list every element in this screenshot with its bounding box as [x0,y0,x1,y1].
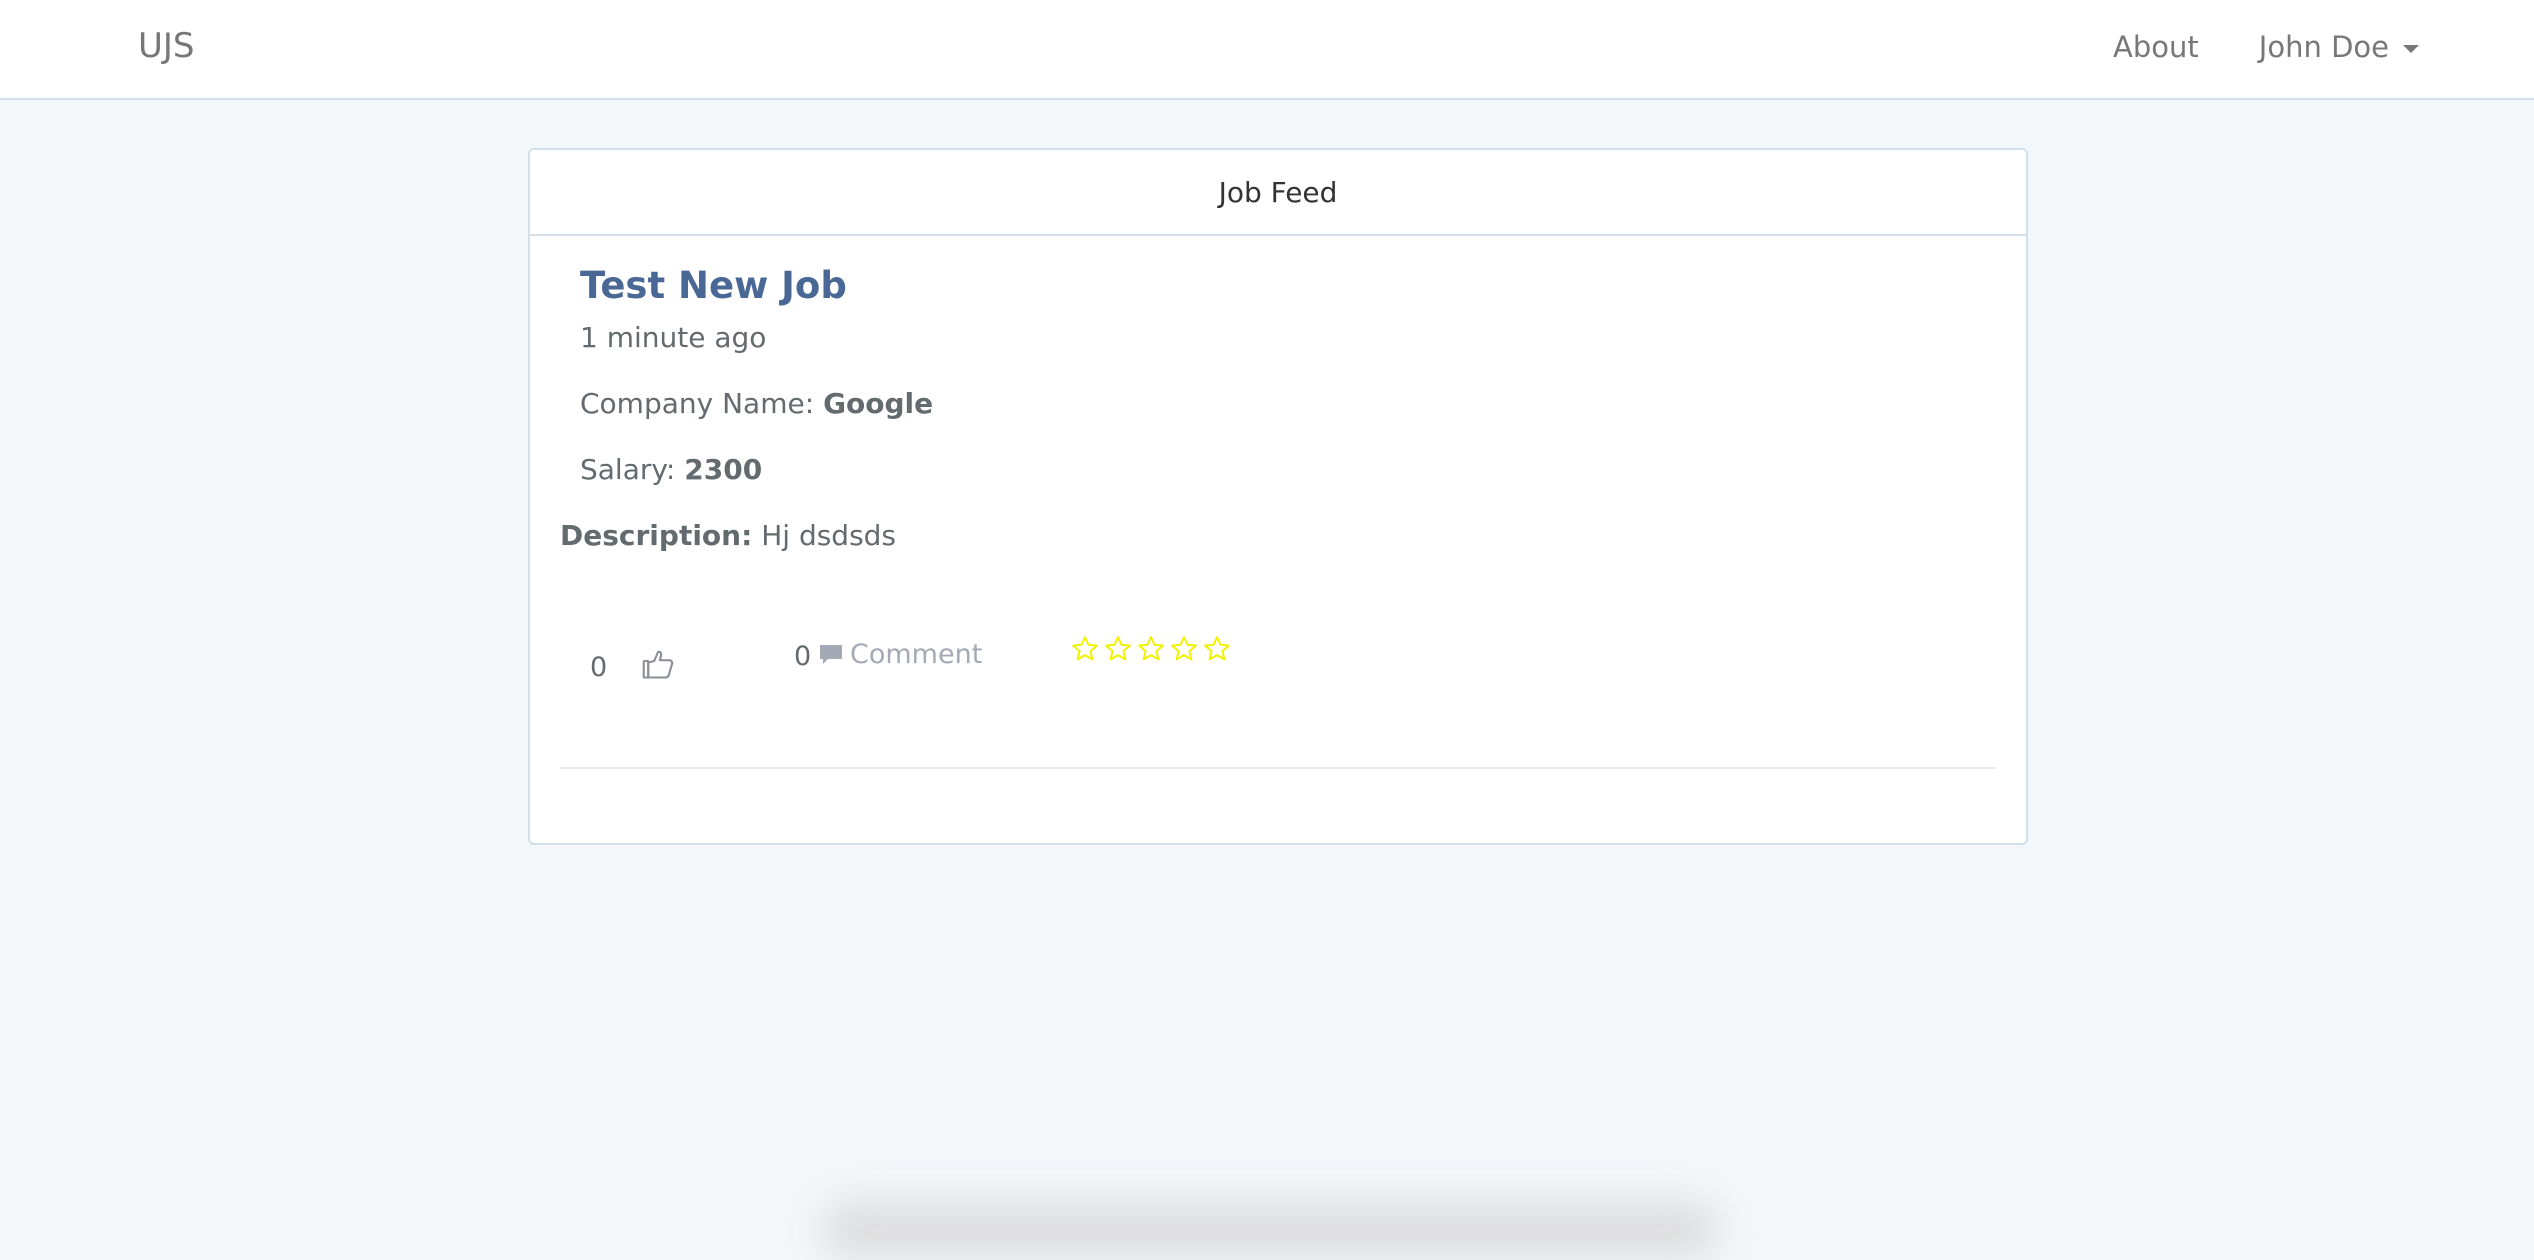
user-dropdown-toggle[interactable]: John Doe [2259,30,2419,64]
brand-link[interactable]: UJS [138,26,195,66]
description-label: Description: [560,519,753,552]
panel-heading: Job Feed [530,150,2026,236]
comment-link[interactable]: Comment [818,639,982,670]
star-outline-icon[interactable] [1202,634,1232,664]
star-outline-icon[interactable] [1169,634,1199,664]
divider [560,767,1996,769]
user-name: John Doe [2258,30,2389,64]
bottom-shadow [820,1200,1720,1260]
star-outline-icon[interactable] [1136,634,1166,664]
job-company: Company Name: Google [580,387,933,420]
job-title-link[interactable]: Test New Job [580,264,847,307]
star-rating [1070,634,1232,664]
salary-label: Salary: [580,453,676,486]
comment-count: 0 [794,641,812,672]
comment-icon [820,644,842,664]
nav-right: About John Doe [2113,30,2419,64]
job-time: 1 minute ago [580,321,767,354]
job-actions: 0 0 Comment [590,630,1990,690]
company-label: Company Name: [580,387,815,420]
like-count: 0 [590,652,608,683]
description-value: Hj dsdsds [761,519,897,552]
star-outline-icon[interactable] [1103,634,1133,664]
star-outline-icon[interactable] [1070,634,1100,664]
job-description: Description: Hj dsdsds [560,519,896,552]
navbar: UJS About John Doe [0,0,2534,100]
salary-value: 2300 [684,453,763,486]
company-value: Google [823,387,934,420]
about-link[interactable]: About [2113,30,2199,64]
comment-label: Comment [850,639,983,670]
job-feed-panel: Job Feed Test New Job 1 minute ago Compa… [528,148,2028,845]
thumbs-up-icon[interactable] [640,646,676,682]
job-salary: Salary: 2300 [580,453,762,486]
caret-down-icon [2403,45,2419,53]
